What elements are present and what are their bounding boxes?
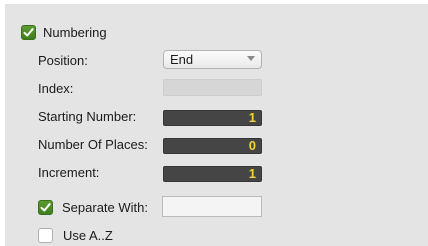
starting-number-field[interactable]: 1 — [163, 110, 262, 126]
numbering-row[interactable]: Numbering — [21, 21, 107, 43]
position-value: End — [170, 52, 194, 67]
index-field — [163, 79, 262, 96]
position-label: Position: — [38, 53, 88, 68]
number-of-places-field[interactable]: 0 — [163, 138, 262, 154]
checkmark-icon — [40, 202, 51, 211]
numbering-label: Numbering — [43, 24, 107, 40]
separate-with-row[interactable]: Separate With: — [38, 196, 148, 218]
checkmark-icon — [23, 27, 34, 36]
numbering-panel: Numbering Position: End Index: Starting … — [5, 4, 428, 246]
separate-with-checkbox[interactable] — [38, 199, 53, 215]
position-dropdown[interactable]: End — [163, 50, 262, 69]
starting-number-label: Starting Number: — [38, 109, 137, 124]
increment-label: Increment: — [38, 165, 100, 180]
index-label: Index: — [38, 81, 74, 96]
separate-with-input[interactable] — [162, 196, 262, 217]
increment-field[interactable]: 1 — [163, 166, 262, 182]
numbering-checkbox[interactable] — [21, 24, 36, 40]
use-az-label: Use A..Z — [63, 227, 113, 243]
chevron-down-icon — [247, 56, 255, 61]
separate-with-label: Separate With: — [62, 199, 148, 215]
number-of-places-label: Number Of Places: — [38, 137, 148, 152]
use-az-checkbox[interactable] — [38, 227, 53, 243]
use-az-row[interactable]: Use A..Z — [38, 224, 113, 246]
